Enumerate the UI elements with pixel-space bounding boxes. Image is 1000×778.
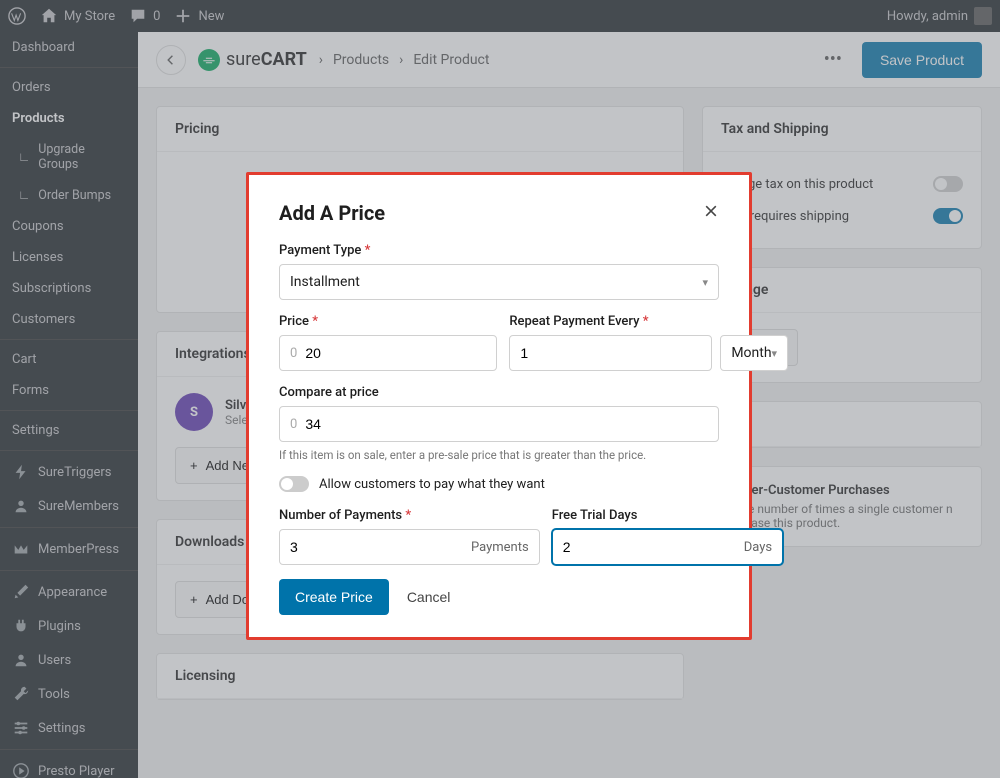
repeat-interval-field[interactable] [520, 345, 701, 361]
close-button[interactable] [703, 203, 719, 223]
payment-type-label: Payment Type * [279, 243, 719, 258]
compare-at-label: Compare at price [279, 385, 719, 400]
chevron-down-icon: ▾ [702, 276, 708, 289]
trial-days-field[interactable] [563, 539, 744, 555]
num-payments-field[interactable] [290, 539, 471, 555]
repeat-interval-input[interactable] [509, 335, 712, 371]
add-price-modal: Add A Price Payment Type * Installment ▾… [246, 172, 752, 640]
price-label: Price * [279, 314, 497, 329]
repeat-unit-value: Month [731, 345, 771, 361]
price-input[interactable]: 0 [279, 335, 497, 371]
trial-days-input[interactable]: Days [552, 529, 783, 565]
cancel-button[interactable]: Cancel [407, 589, 451, 605]
trial-days-label: Free Trial Days [552, 508, 783, 523]
pay-what-you-want-toggle[interactable] [279, 476, 309, 492]
compare-help-text: If this item is on sale, enter a pre-sal… [279, 448, 719, 462]
payment-type-value: Installment [290, 274, 360, 290]
compare-at-field[interactable] [305, 416, 708, 432]
repeat-unit-select[interactable]: Month ▾ [720, 335, 788, 371]
currency-prefix: 0 [290, 417, 297, 432]
num-payments-label: Number of Payments * [279, 508, 540, 523]
num-payments-input[interactable]: Payments [279, 529, 540, 565]
create-price-button[interactable]: Create Price [279, 579, 389, 615]
currency-prefix: 0 [290, 346, 297, 361]
days-suffix: Days [744, 540, 772, 555]
compare-at-input[interactable]: 0 [279, 406, 719, 442]
repeat-label: Repeat Payment Every * [509, 314, 788, 329]
chevron-down-icon: ▾ [772, 347, 778, 360]
payment-type-select[interactable]: Installment ▾ [279, 264, 719, 300]
price-field[interactable] [305, 345, 486, 361]
close-icon [703, 203, 719, 219]
modal-title: Add A Price [279, 201, 385, 225]
pay-what-you-want-label: Allow customers to pay what they want [319, 477, 545, 492]
payments-suffix: Payments [471, 540, 529, 555]
